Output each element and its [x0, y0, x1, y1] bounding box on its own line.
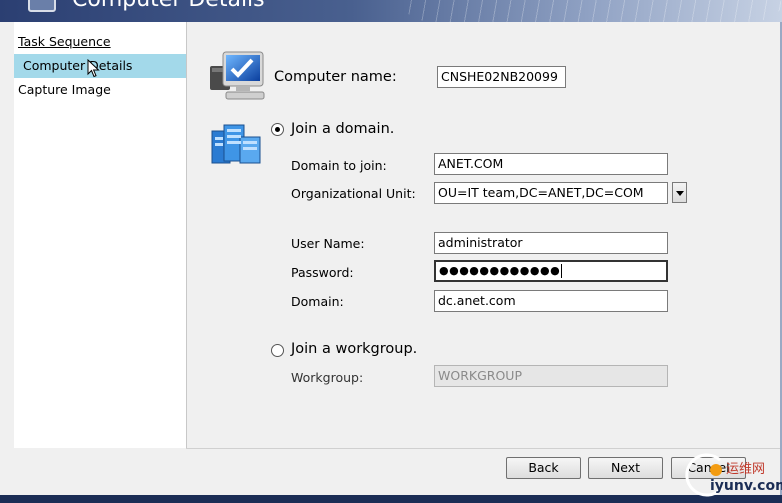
- computer-name-input[interactable]: CNSHE02NB20099: [437, 66, 566, 88]
- computer-icon: [210, 51, 265, 100]
- workgroup-input[interactable]: WORKGROUP: [434, 365, 668, 387]
- computer-name-label: Computer name:: [274, 69, 397, 85]
- join-workgroup-label[interactable]: Join a workgroup.: [291, 341, 417, 357]
- watermark-brand-text: iyunv.com: [710, 478, 782, 494]
- join-domain-radio[interactable]: [271, 123, 284, 136]
- domain-to-join-label: Domain to join:: [291, 158, 387, 173]
- workgroup-label: Workgroup:: [291, 370, 364, 385]
- domain-label: Domain:: [291, 294, 344, 309]
- title-bar: Computer Details: [0, 0, 782, 22]
- text-caret: [561, 264, 563, 278]
- app-icon: [28, 0, 56, 12]
- site-watermark: 运维网 iyunv.com: [680, 452, 782, 500]
- wizard-sidebar: Task Sequence Computer Details Capture I…: [14, 22, 187, 448]
- password-label: Password:: [291, 265, 354, 280]
- mouse-cursor-icon: [87, 59, 100, 78]
- user-name-input[interactable]: administrator: [434, 232, 668, 254]
- organizational-unit-label: Organizational Unit:: [291, 186, 416, 201]
- user-name-label: User Name:: [291, 236, 365, 251]
- sidebar-item-task-sequence[interactable]: Task Sequence: [18, 30, 111, 54]
- domain-servers-icon: [211, 124, 261, 164]
- organizational-unit-select[interactable]: OU=IT team,DC=ANET,DC=COM: [434, 182, 668, 204]
- password-mask: ●●●●●●●●●●●●: [439, 264, 561, 277]
- watermark-chinese-text: 运维网: [726, 462, 766, 477]
- window-title: Computer Details: [72, 0, 265, 12]
- credential-domain-input[interactable]: dc.anet.com: [434, 290, 668, 312]
- next-button[interactable]: Next: [588, 457, 663, 479]
- footer-divider: [186, 448, 780, 449]
- organizational-unit-dropdown-button[interactable]: [672, 182, 687, 203]
- wizard-window: Task Sequence Computer Details Capture I…: [0, 22, 782, 495]
- password-input[interactable]: ●●●●●●●●●●●●: [434, 260, 668, 282]
- join-domain-label[interactable]: Join a domain.: [291, 121, 394, 137]
- join-workgroup-radio[interactable]: [271, 344, 284, 357]
- back-button[interactable]: Back: [506, 457, 581, 479]
- sidebar-item-capture-image[interactable]: Capture Image: [18, 78, 111, 102]
- title-decoration: [402, 0, 782, 22]
- domain-to-join-input[interactable]: ANET.COM: [434, 153, 668, 175]
